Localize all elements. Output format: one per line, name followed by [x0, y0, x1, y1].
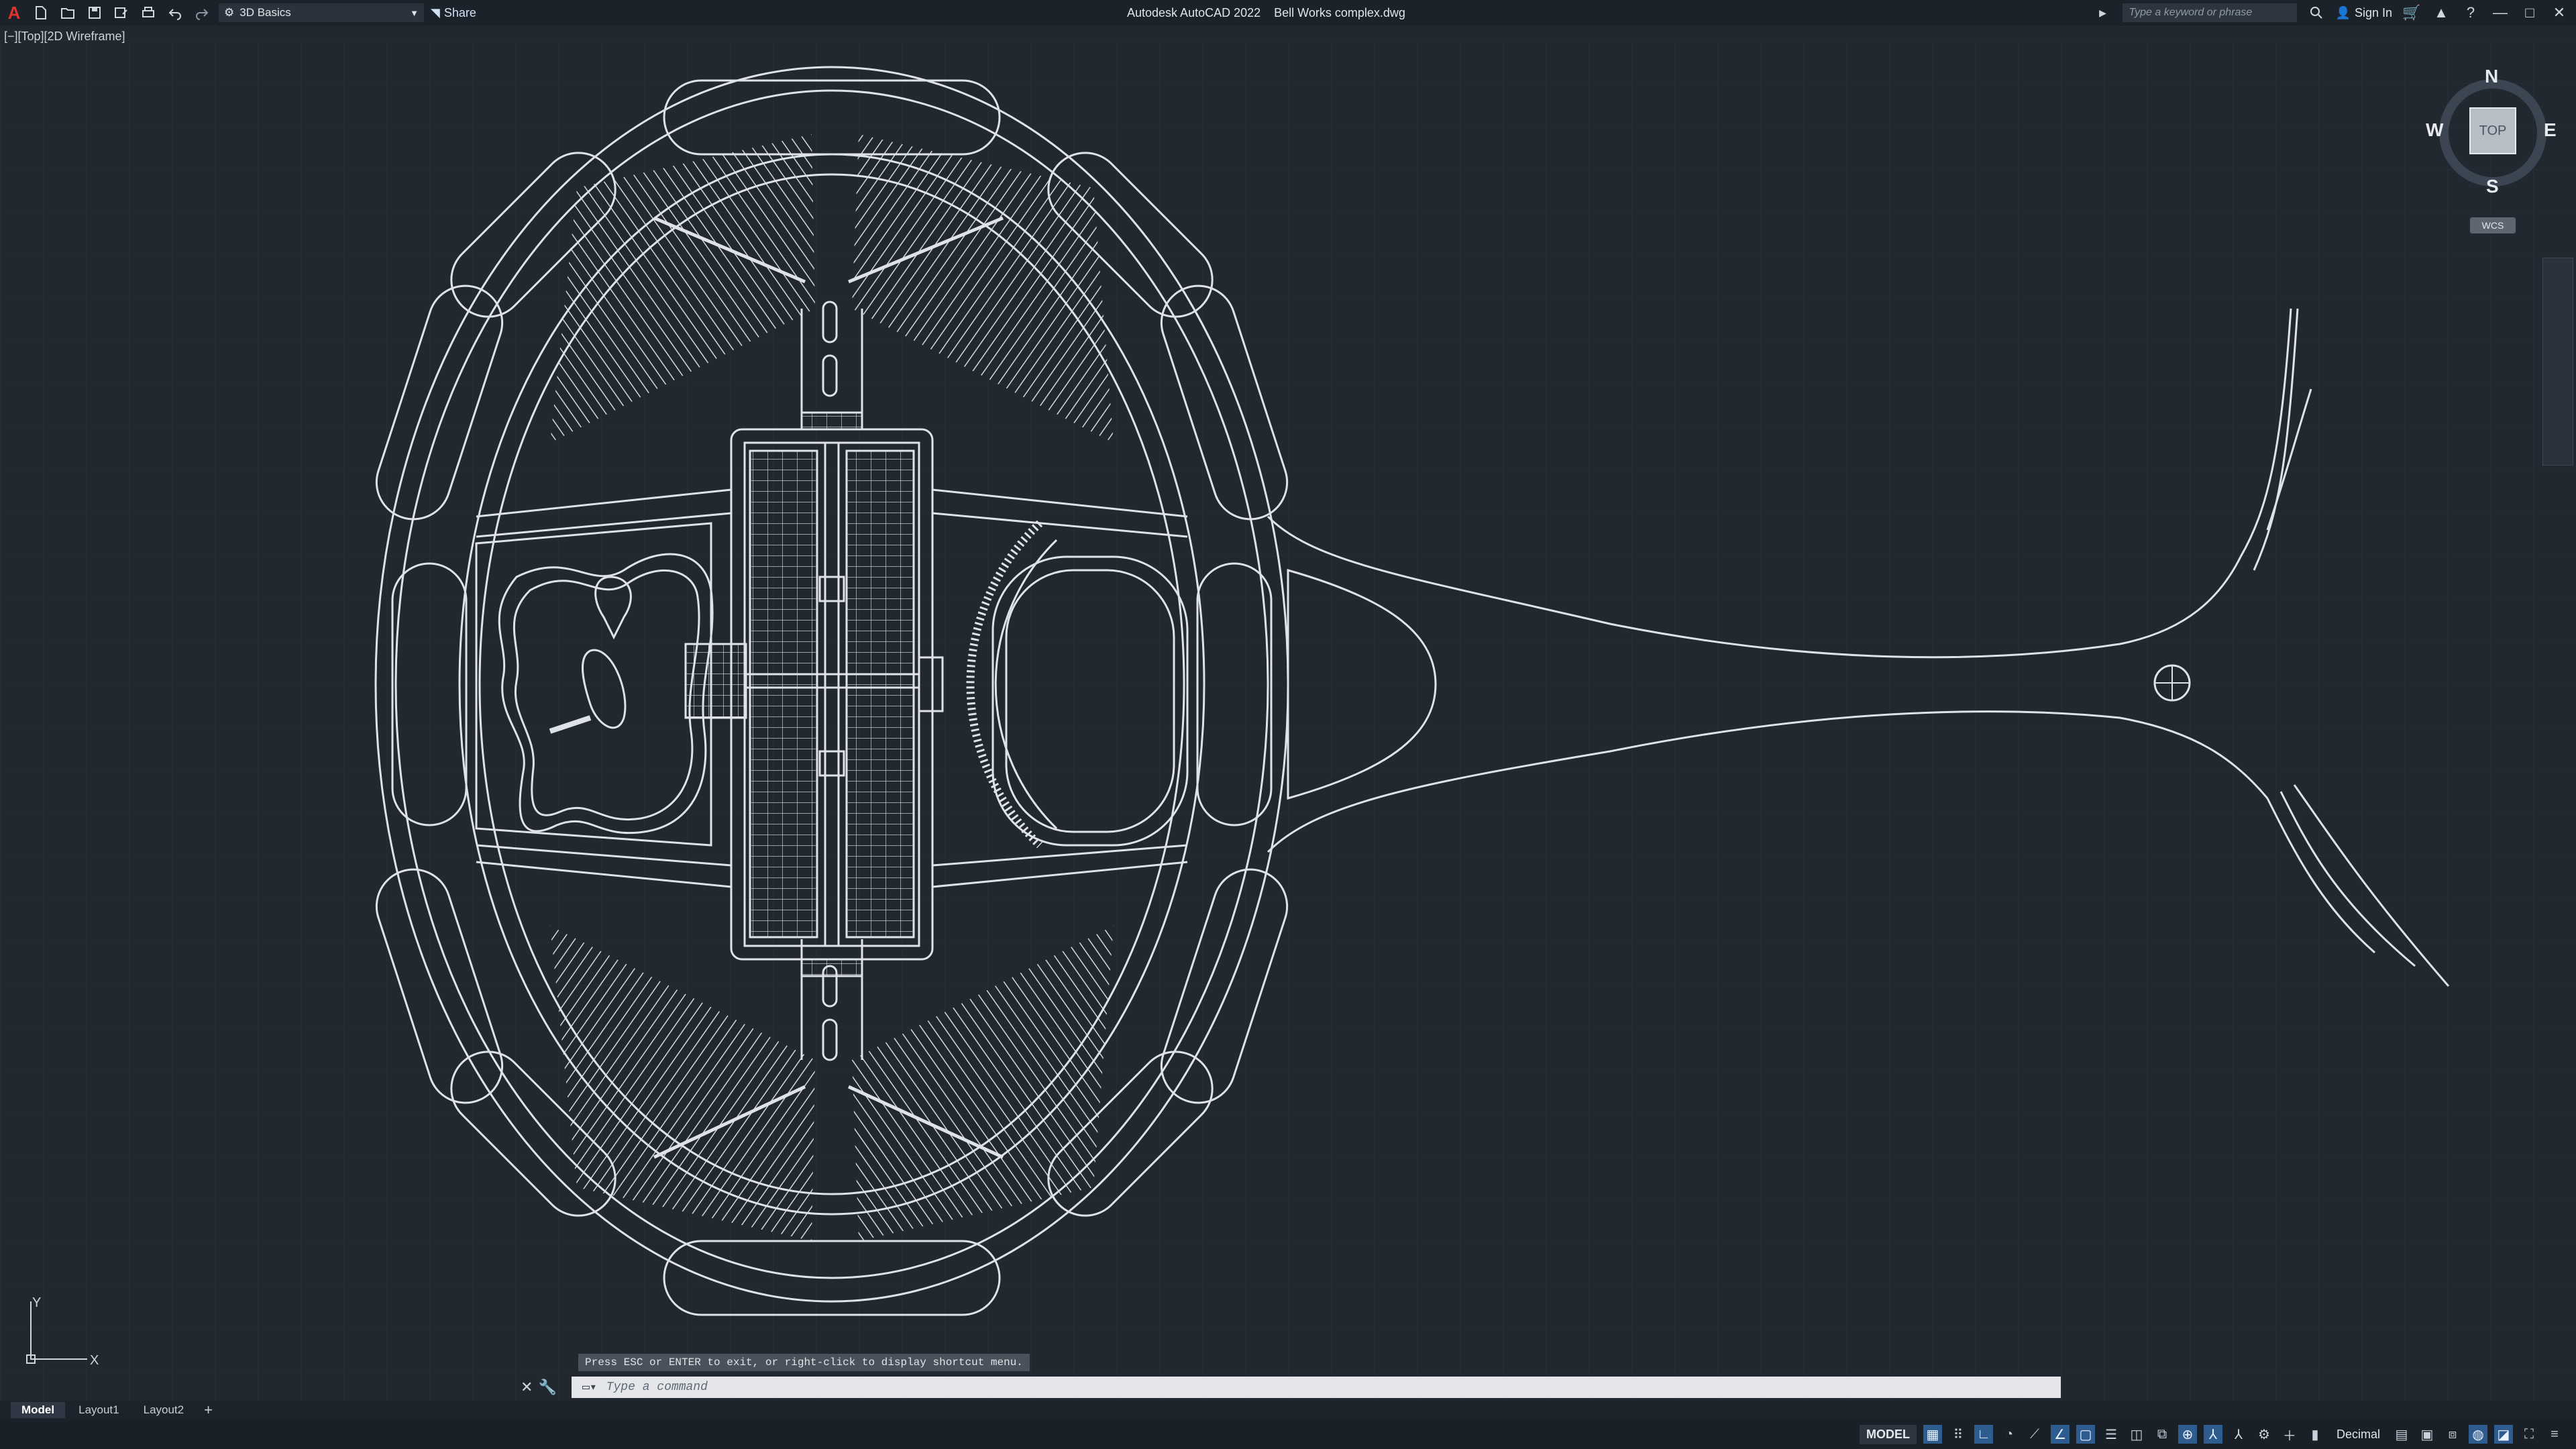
polar-tracking-icon[interactable]: ◔	[2000, 1425, 2019, 1444]
new-icon[interactable]	[31, 3, 51, 23]
annotation-scale-icon[interactable]: ⅄	[2203, 1425, 2222, 1444]
sign-in-button[interactable]: 👤 Sign In	[2336, 6, 2392, 20]
window-title: Autodesk AutoCAD 2022 Bell Works complex…	[1127, 0, 1405, 25]
gear-icon: ⚙	[224, 6, 235, 19]
transparency-icon[interactable]: ◫	[2127, 1425, 2146, 1444]
isometric-icon[interactable]: ⟋	[2025, 1425, 2044, 1444]
units-dropdown[interactable]: Decimal	[2331, 1428, 2385, 1442]
compass-north[interactable]: N	[2485, 66, 2498, 87]
file-name: Bell Works complex.dwg	[1274, 5, 1405, 19]
undo-icon[interactable]	[165, 3, 185, 23]
title-right-controls: ▶ Type a keyword or phrase 👤 Sign In 🛒 ▲…	[2093, 0, 2576, 25]
chevron-down-icon: ▼	[410, 7, 419, 18]
snap-icon[interactable]: ⠿	[1949, 1425, 1968, 1444]
share-button[interactable]: ◥ Share	[431, 6, 476, 20]
customization-menu-icon[interactable]: ≡	[2545, 1425, 2564, 1444]
isolate-objects-icon[interactable]: ⧈	[2443, 1425, 2462, 1444]
help-icon[interactable]: ?	[2461, 3, 2481, 23]
command-prompt-icon[interactable]: ▭▾	[582, 1380, 597, 1395]
tab-layout2[interactable]: Layout2	[133, 1402, 195, 1418]
command-placeholder: Type a command	[606, 1381, 708, 1394]
search-input[interactable]: Type a keyword or phrase	[2122, 3, 2297, 22]
workspace-dropdown[interactable]: ⚙ 3D Basics ▼	[219, 3, 424, 22]
close-icon[interactable]: ✕	[2549, 3, 2569, 23]
search-icon[interactable]	[2306, 3, 2326, 23]
ucs-y-label: Y	[32, 1295, 41, 1310]
sign-in-label: Sign In	[2354, 5, 2392, 19]
workspace-switch-icon[interactable]: ⚙	[2255, 1425, 2273, 1444]
cart-icon[interactable]: 🛒	[2402, 3, 2422, 23]
lock-ui-icon[interactable]: ▣	[2418, 1425, 2436, 1444]
annotation-visibility-icon[interactable]: ⅄	[2229, 1425, 2248, 1444]
site-plan-drawing	[0, 40, 2576, 1402]
compass-east[interactable]: E	[2544, 119, 2557, 141]
compass-south[interactable]: S	[2486, 176, 2499, 197]
tab-model[interactable]: Model	[11, 1402, 66, 1418]
quick-access-toolbar: A ⚙ 3D Basics ▼ ◥ Share	[0, 0, 476, 25]
layout-tabs: Model Layout1 Layout2 +	[0, 1401, 2576, 1419]
open-icon[interactable]	[58, 3, 78, 23]
plot-icon[interactable]	[138, 3, 158, 23]
navigation-bar[interactable]	[2542, 258, 2573, 466]
quick-properties-icon[interactable]: ▤	[2392, 1425, 2411, 1444]
add-layout-button[interactable]: +	[197, 1401, 219, 1418]
app-menu-button[interactable]: A	[4, 3, 24, 23]
chevron-right-icon[interactable]: ▶	[2093, 3, 2113, 23]
viewcube[interactable]: TOP N S E W	[2426, 66, 2560, 200]
autodesk-a360-icon[interactable]: ▲	[2431, 3, 2451, 23]
maximize-icon[interactable]: □	[2520, 3, 2540, 23]
object-snap-icon[interactable]: ▢	[2076, 1425, 2095, 1444]
dynamic-ucs-icon[interactable]: ⊕	[2178, 1425, 2197, 1444]
workspace-label: 3D Basics	[239, 6, 291, 19]
object-snap-tracking-icon[interactable]: ∠	[2050, 1425, 2070, 1444]
wrench-icon[interactable]: 🔧	[538, 1379, 556, 1396]
clean-screen-icon[interactable]: ⛶	[2520, 1425, 2538, 1444]
user-icon: 👤	[2335, 5, 2351, 19]
tab-layout1[interactable]: Layout1	[68, 1402, 130, 1418]
annotation-monitor-icon[interactable]: ＋	[2280, 1425, 2299, 1444]
lineweight-icon[interactable]: ☰	[2102, 1425, 2121, 1444]
command-line: ✕ 🔧 ▭▾ Type a command	[518, 1375, 2061, 1399]
viewcube-top-face[interactable]: TOP	[2469, 107, 2516, 154]
ortho-icon[interactable]: ∟	[1974, 1425, 1993, 1444]
title-bar: A ⚙ 3D Basics ▼ ◥ Share Autodesk AutoCAD…	[0, 0, 2576, 25]
graphics-performance-icon[interactable]: ◪	[2494, 1425, 2513, 1444]
save-as-icon[interactable]	[111, 3, 131, 23]
command-line-controls: ✕ 🔧	[518, 1375, 572, 1399]
share-icon: ◥	[431, 5, 440, 19]
close-icon[interactable]: ✕	[521, 1379, 533, 1396]
compass-west[interactable]: W	[2426, 119, 2443, 141]
ucs-icon: Y X	[26, 1295, 99, 1368]
save-icon[interactable]	[85, 3, 105, 23]
grid-icon[interactable]: ▦	[1923, 1425, 1942, 1444]
app-title: Autodesk AutoCAD 2022	[1127, 5, 1261, 19]
model-space-toggle[interactable]: MODEL	[1859, 1424, 1917, 1444]
minimize-icon[interactable]: —	[2490, 3, 2510, 23]
command-history-hint: Press ESC or ENTER to exit, or right-cli…	[578, 1354, 1030, 1371]
command-input[interactable]: ▭▾ Type a command	[572, 1377, 2061, 1398]
share-label: Share	[443, 5, 476, 19]
wcs-menu[interactable]: WCS	[2470, 217, 2516, 233]
selection-cycling-icon[interactable]: ⧉	[2153, 1425, 2171, 1444]
ucs-x-label: X	[90, 1353, 99, 1368]
units-icon: ▮	[2311, 1427, 2319, 1442]
redo-icon[interactable]	[192, 3, 212, 23]
hardware-acceleration-icon[interactable]: ◍	[2469, 1425, 2487, 1444]
drawing-viewport[interactable]	[0, 40, 2576, 1402]
status-bar: MODEL ▦ ⠿ ∟ ◔ ⟋ ∠ ▢ ☰ ◫ ⧉ ⊕ ⅄ ⅄ ⚙ ＋ ▮ De…	[0, 1419, 2576, 1449]
